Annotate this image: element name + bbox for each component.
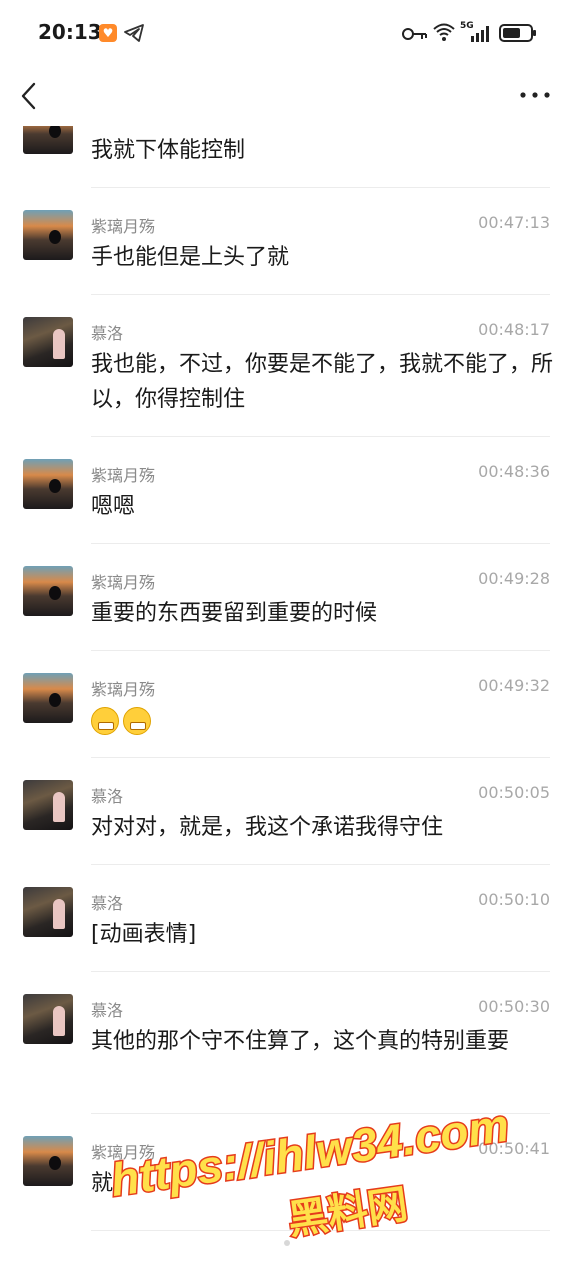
avatar	[23, 317, 73, 367]
list-item[interactable]: 紫璃月殇 00:49:28 重要的东西要留到重要的时候	[0, 544, 573, 651]
list-item[interactable]: 慕洛 00:50:30 其他的那个守不住算了，这个真的特别重要	[0, 972, 573, 1114]
avatar	[23, 459, 73, 509]
message-time: 00:50:05	[478, 783, 550, 802]
list-item[interactable]: 慕洛 00:50:05 对对对，就是，我这个承诺我得守住	[0, 758, 573, 865]
sender-name: 慕洛	[91, 324, 124, 343]
avatar	[23, 780, 73, 830]
message-emojis	[91, 703, 556, 738]
message-time: 00:50:10	[478, 890, 550, 909]
message-text: 重要的东西要留到重要的时候	[91, 601, 378, 626]
list-item[interactable]: 紫璃月殇 00:49:32	[0, 651, 573, 758]
sender-name: 紫璃月殇	[91, 217, 156, 236]
telegram-icon	[124, 24, 144, 42]
avatar	[23, 673, 73, 723]
battery-icon	[499, 24, 536, 42]
avatar	[23, 566, 73, 616]
message-time: 00:50:41	[478, 1139, 550, 1158]
list-item[interactable]: 慕洛 00:50:10 [动画表情]	[0, 865, 573, 972]
message-time: 00:48:36	[478, 462, 550, 481]
avatar	[23, 887, 73, 937]
navigation-bar	[0, 66, 573, 126]
message-time: 00:47:13	[478, 213, 550, 232]
message-list[interactable]: 我就下体能控制 紫璃月殇 00:47:13 手也能但是上头了就 慕洛 00:48…	[0, 126, 573, 1280]
grin-emoji-icon	[123, 707, 151, 735]
sender-name: 紫璃月殇	[91, 1143, 156, 1162]
status-bar: 20:13 ♥ 5G	[0, 0, 573, 66]
message-time: 00:50:30	[478, 997, 550, 1016]
scroll-indicator	[284, 1240, 290, 1246]
wifi-icon	[433, 23, 455, 41]
sender-name: 紫璃月殇	[91, 573, 156, 592]
sender-name: 紫璃月殇	[91, 466, 156, 485]
avatar	[23, 210, 73, 260]
key-icon	[402, 28, 427, 40]
list-item[interactable]: 慕洛 00:48:17 我也能，不过，你要是不能了，我就不能了，所以，你得控制住	[0, 295, 573, 437]
message-time: 00:49:32	[478, 676, 550, 695]
list-item[interactable]: 紫璃月殇 00:47:13 手也能但是上头了就	[0, 188, 573, 295]
list-item[interactable]: 紫璃月殇 00:48:36 嗯嗯	[0, 437, 573, 544]
list-item[interactable]: 紫璃月殇 00:50:41 就	[0, 1114, 573, 1244]
app-badge-icon: ♥	[99, 24, 117, 42]
back-button[interactable]	[14, 76, 46, 116]
signal-icon	[471, 26, 489, 42]
sender-name: 紫璃月殇	[91, 680, 156, 699]
message-text: 就	[91, 1171, 114, 1196]
more-options-button[interactable]	[517, 78, 553, 112]
message-text: 其他的那个守不住算了，这个真的特别重要	[91, 1029, 510, 1054]
grin-emoji-icon	[91, 707, 119, 735]
sender-name: 慕洛	[91, 787, 124, 806]
avatar	[23, 126, 73, 154]
status-time: 20:13	[38, 20, 102, 44]
divider	[91, 1230, 550, 1231]
message-time: 00:49:28	[478, 569, 550, 588]
message-text: 手也能但是上头了就	[91, 245, 290, 270]
sender-name: 慕洛	[91, 1001, 124, 1020]
message-text: 嗯嗯	[91, 494, 136, 519]
message-text: 我也能，不过，你要是不能了，我就不能了，所以，你得控制住	[91, 352, 554, 412]
message-text: [动画表情]	[91, 922, 197, 947]
message-time: 00:48:17	[478, 320, 550, 339]
avatar	[23, 994, 73, 1044]
sender-name: 慕洛	[91, 894, 124, 913]
message-text: 对对对，就是，我这个承诺我得守住	[91, 815, 444, 840]
avatar	[23, 1136, 73, 1186]
message-text: 我就下体能控制	[91, 138, 246, 163]
list-item[interactable]: 我就下体能控制	[0, 126, 573, 188]
